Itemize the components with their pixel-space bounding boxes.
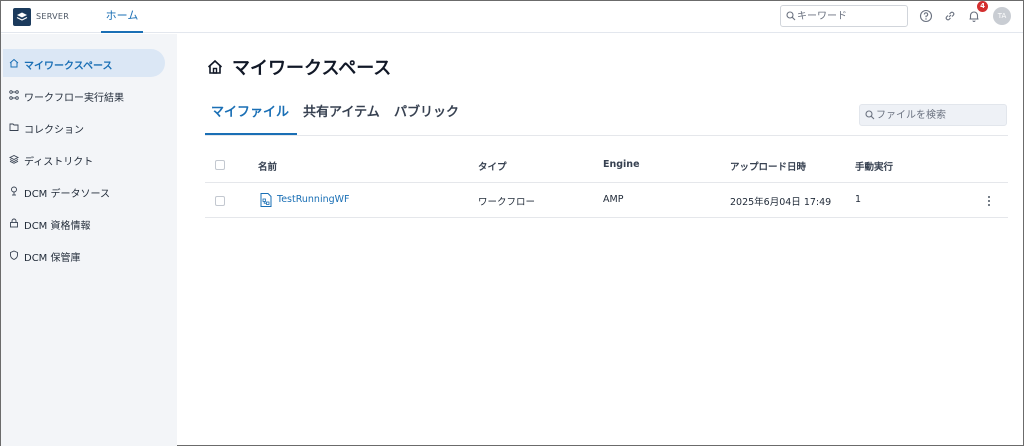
folder-icon bbox=[9, 123, 19, 131]
top-bar: SERVER ホーム 4 TA bbox=[1, 1, 1023, 33]
column-header-manual-runs[interactable]: 手動実行 bbox=[855, 159, 893, 173]
file-type: ワークフロー bbox=[478, 197, 536, 208]
nav-home-tab[interactable]: ホーム bbox=[101, 1, 143, 33]
tab-my-files[interactable]: マイファイル bbox=[205, 102, 297, 135]
notification-badge: 4 bbox=[977, 1, 988, 12]
search-icon bbox=[786, 11, 796, 21]
sidebar-item-label: DCM 資格情報 bbox=[24, 221, 91, 232]
shield-icon bbox=[10, 250, 18, 260]
sidebar: マイワークスペース ワークフロー実行結果 コレクション ディストリクト DCM … bbox=[1, 34, 177, 446]
sidebar-item-dcm-datasources[interactable]: DCM データソース bbox=[3, 177, 165, 205]
file-engine: AMP bbox=[603, 194, 624, 205]
home-icon bbox=[9, 58, 19, 68]
page-title: マイワークスペース bbox=[232, 58, 392, 79]
table-row[interactable]: TestRunningWF ワークフロー AMP 2025年6月04日 17:4… bbox=[205, 183, 1008, 218]
file-name-link[interactable]: TestRunningWF bbox=[277, 194, 350, 205]
keyword-search-input[interactable] bbox=[797, 8, 903, 24]
sidebar-item-dcm-vault[interactable]: DCM 保管庫 bbox=[3, 241, 165, 269]
column-header-upload-date[interactable]: アップロード日時 bbox=[730, 159, 806, 173]
sidebar-item-districts[interactable]: ディストリクト bbox=[3, 145, 165, 173]
main-content: マイワークスペース マイファイル 共有アイテム パブリック 名前 タイプ Eng… bbox=[177, 34, 1023, 446]
home-icon bbox=[207, 59, 223, 74]
lock-icon bbox=[10, 218, 18, 228]
file-manual-runs: 1 bbox=[855, 194, 862, 205]
avatar[interactable]: TA bbox=[993, 7, 1011, 25]
more-options-icon[interactable] bbox=[987, 195, 991, 207]
table-header: 名前 タイプ Engine アップロード日時 手動実行 bbox=[205, 149, 1008, 183]
sidebar-item-label: マイワークスペース bbox=[24, 61, 113, 72]
file-upload-date: 2025年6月04日 17:49 bbox=[730, 197, 832, 208]
sidebar-item-dcm-credentials[interactable]: DCM 資格情報 bbox=[3, 209, 165, 237]
sidebar-item-label: DCM データソース bbox=[24, 189, 110, 200]
workflow-results-icon bbox=[9, 90, 19, 100]
link-icon[interactable] bbox=[943, 9, 957, 23]
tab-shared-items[interactable]: 共有アイテム bbox=[303, 102, 380, 135]
tab-public[interactable]: パブリック bbox=[394, 102, 459, 135]
keyword-search-box[interactable] bbox=[780, 5, 908, 27]
help-icon[interactable] bbox=[919, 9, 933, 23]
workflow-file-icon bbox=[260, 193, 272, 207]
column-header-type[interactable]: タイプ bbox=[478, 159, 507, 173]
server-logo-icon[interactable] bbox=[13, 8, 31, 26]
sidebar-item-collections[interactable]: コレクション bbox=[3, 113, 165, 141]
sidebar-item-label: コレクション bbox=[24, 125, 84, 136]
datasource-icon bbox=[11, 186, 17, 196]
layers-icon bbox=[9, 154, 19, 164]
logo-text: SERVER bbox=[36, 12, 70, 21]
sidebar-item-workflow-results[interactable]: ワークフロー実行結果 bbox=[3, 81, 165, 109]
column-header-engine[interactable]: Engine bbox=[603, 159, 640, 170]
file-search-input[interactable] bbox=[876, 107, 1002, 123]
select-all-checkbox[interactable] bbox=[215, 160, 225, 170]
tabs-divider bbox=[205, 135, 1008, 136]
row-checkbox[interactable] bbox=[215, 196, 225, 206]
sidebar-item-label: ディストリクト bbox=[24, 157, 94, 168]
search-icon bbox=[865, 110, 875, 120]
sidebar-item-label: ワークフロー実行結果 bbox=[24, 93, 124, 104]
file-search-box[interactable] bbox=[859, 104, 1007, 126]
sidebar-item-label: DCM 保管庫 bbox=[24, 253, 81, 264]
column-header-name[interactable]: 名前 bbox=[258, 159, 277, 173]
sidebar-item-my-workspace[interactable]: マイワークスペース bbox=[3, 49, 165, 77]
